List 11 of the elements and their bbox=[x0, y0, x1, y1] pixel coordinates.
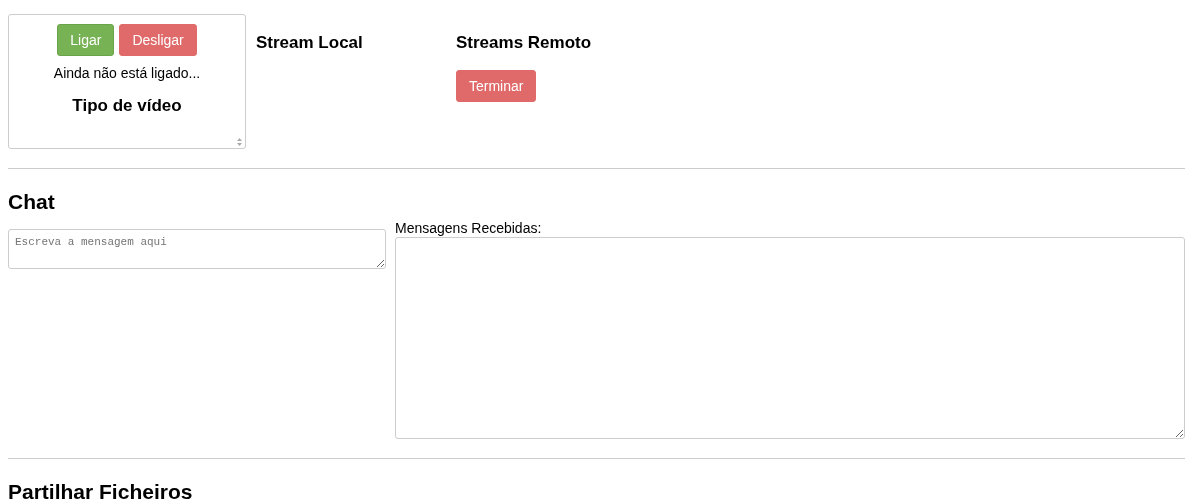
video-type-heading: Tipo de vídeo bbox=[72, 96, 182, 116]
connect-button[interactable]: Ligar bbox=[57, 24, 115, 56]
received-messages-label: Mensagens Recebidas: bbox=[395, 220, 543, 236]
chat-heading: Chat bbox=[8, 190, 56, 214]
received-messages-field[interactable] bbox=[395, 237, 1185, 439]
local-stream-heading: Stream Local bbox=[256, 33, 364, 53]
message-field[interactable]: Escreva a mensagem aqui bbox=[8, 229, 386, 269]
connection-status: Ainda não está ligado... bbox=[53, 65, 201, 81]
file-sharing-heading: Partilhar Ficheiros bbox=[8, 480, 194, 503]
spinner-arrows-icon[interactable] bbox=[237, 138, 242, 146]
remote-streams-heading: Streams Remoto bbox=[456, 33, 592, 53]
